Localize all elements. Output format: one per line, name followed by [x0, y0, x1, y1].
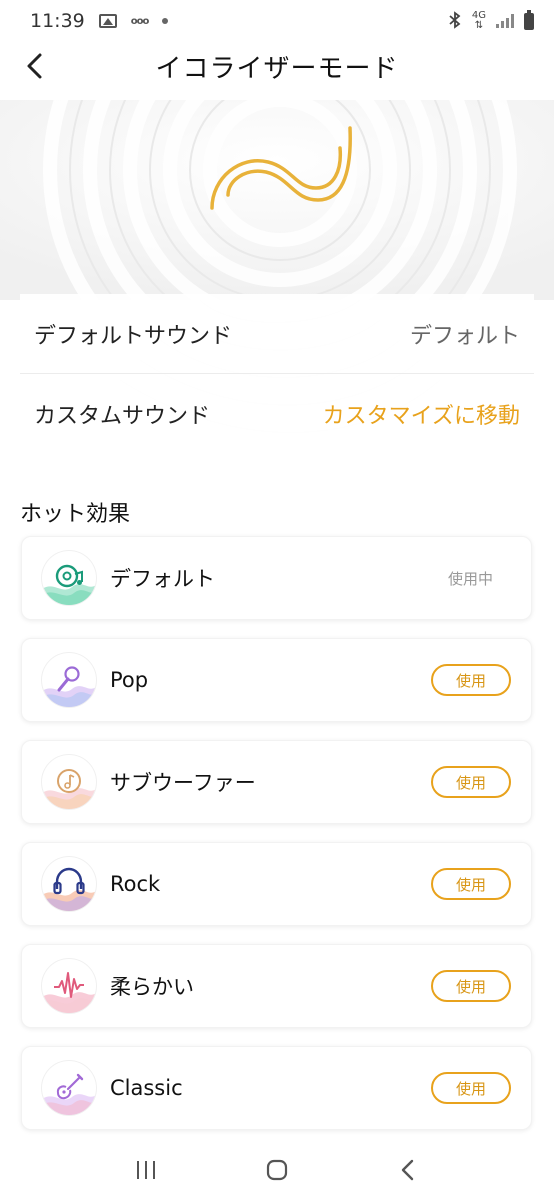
use-button-pop[interactable]: 使用	[431, 664, 511, 696]
notification-tag: ooo	[130, 15, 150, 27]
default-sound-value: デフォルト	[409, 323, 520, 349]
back-icon	[402, 1159, 414, 1181]
custom-sound-row: カスタムサウンド カスタマイズに移動	[20, 374, 534, 454]
effect-name: デフォルト	[110, 567, 215, 591]
customize-link[interactable]: カスタマイズに移動	[323, 398, 520, 430]
waveform-icon	[42, 959, 96, 1013]
back-button[interactable]	[18, 48, 54, 84]
battery-icon	[524, 9, 534, 30]
hot-effects-title: ホット効果	[20, 502, 131, 527]
recent-apps-icon	[136, 1161, 155, 1179]
status-bar: 11:39 ooo 4G ⇅	[0, 0, 554, 42]
app-header: イコライザーモード	[0, 42, 554, 90]
in-use-status: 使用中	[447, 569, 493, 588]
use-button-rock[interactable]: 使用	[431, 868, 511, 900]
speaker-music-icon	[42, 551, 96, 605]
effect-card-subwoofer: サブウーファー 使用	[21, 740, 532, 824]
microphone-icon	[42, 653, 96, 707]
nav-back-button[interactable]	[388, 1150, 428, 1190]
effect-name: Pop	[110, 668, 149, 692]
gallery-icon	[98, 14, 117, 28]
dot-icon	[162, 18, 169, 24]
use-button-soft[interactable]: 使用	[431, 970, 511, 1002]
use-button-subwoofer[interactable]: 使用	[431, 766, 511, 798]
effect-card-rock: Rock 使用	[21, 842, 532, 926]
default-sound-label: デフォルトサウンド	[34, 323, 233, 349]
effect-card-default[interactable]: デフォルト 使用中	[21, 536, 532, 620]
page-title: イコライザーモード	[155, 53, 399, 84]
home-button[interactable]	[257, 1150, 297, 1190]
headphones-icon	[42, 857, 96, 911]
home-icon	[266, 1159, 288, 1181]
guitar-icon	[42, 1061, 96, 1115]
effect-name: サブウーファー	[110, 771, 256, 795]
effect-card-soft: 柔らかい 使用	[21, 944, 532, 1028]
network-indicator: 4G ⇅	[471, 10, 486, 31]
effect-card-classic: Classic 使用	[21, 1046, 532, 1130]
custom-sound-label: カスタムサウンド	[34, 404, 211, 429]
use-button-classic[interactable]: 使用	[431, 1072, 511, 1104]
recent-apps-button[interactable]	[126, 1150, 166, 1190]
vinyl-note-icon	[42, 755, 96, 809]
effect-card-pop: Pop 使用	[21, 638, 532, 722]
status-time: 11:39	[30, 10, 85, 32]
effect-name: 柔らかい	[110, 975, 194, 999]
system-nav-bar	[0, 1140, 554, 1200]
effect-name: Rock	[110, 872, 161, 896]
chevron-left-icon	[27, 53, 42, 79]
default-sound-row[interactable]: デフォルトサウンド デフォルト	[20, 294, 534, 374]
banner-graphic	[0, 100, 554, 300]
effect-name: Classic	[110, 1076, 183, 1100]
equalizer-banner	[0, 100, 554, 300]
signal-icon	[496, 14, 514, 28]
bluetooth-icon	[448, 10, 462, 32]
